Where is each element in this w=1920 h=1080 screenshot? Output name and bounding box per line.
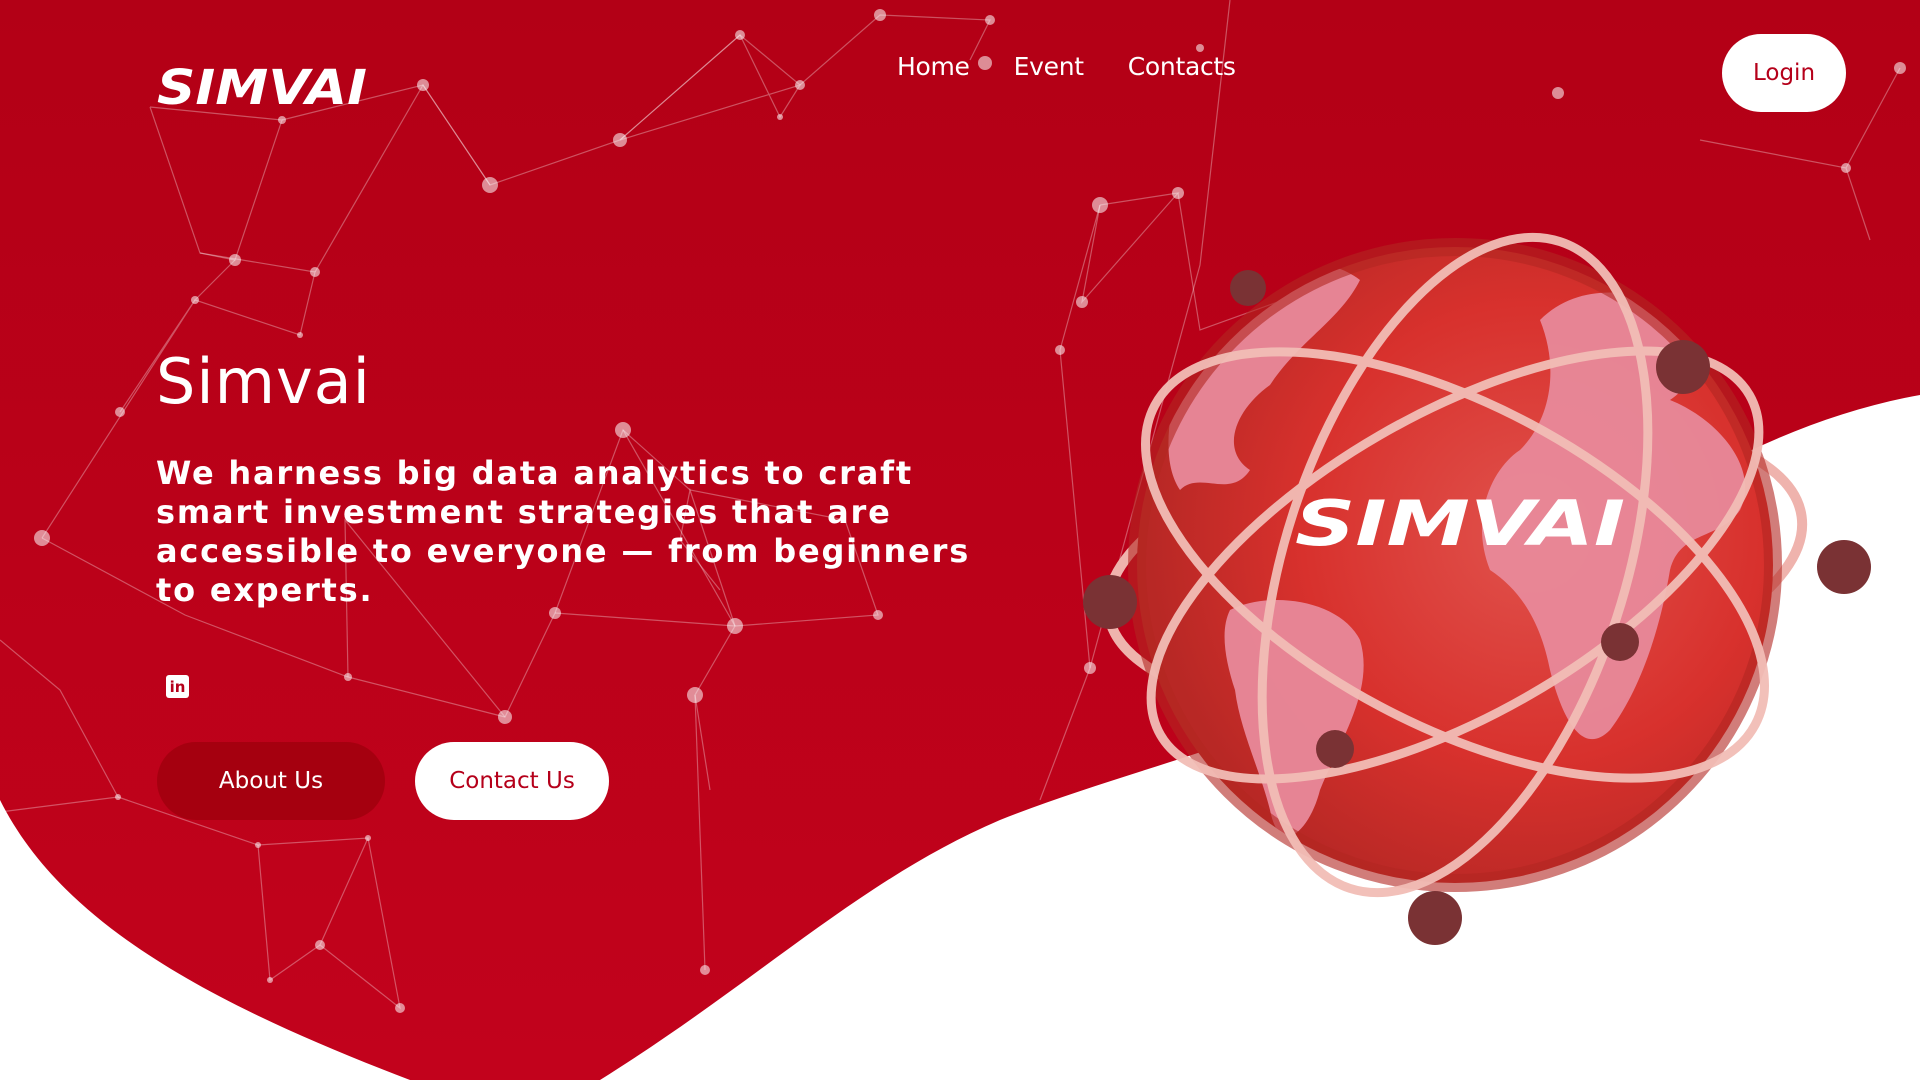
about-us-button[interactable]: About Us	[157, 742, 385, 820]
hero-description: We harness big data analytics to craft s…	[156, 454, 971, 609]
globe-logo-text: SIMVAI	[1295, 487, 1625, 560]
login-button[interactable]: Login	[1722, 34, 1846, 112]
globe-illustration: SIMVAI	[1083, 232, 1871, 945]
orbit-node	[1601, 623, 1639, 661]
linkedin-icon[interactable]: in	[166, 675, 189, 698]
orbit-node	[1083, 575, 1137, 629]
nav-contacts[interactable]: Contacts	[1128, 52, 1236, 81]
orbit-node	[1230, 270, 1266, 306]
orbit-node	[1656, 340, 1710, 394]
orbit-node	[1408, 891, 1462, 945]
main-nav: Home Event Contacts	[897, 52, 1236, 81]
brand-logo-text: SIMVAI	[157, 60, 367, 110]
brand-logo[interactable]: SIMVAI	[157, 60, 377, 110]
orbit-node	[1817, 540, 1871, 594]
linkedin-icon-glyph: in	[169, 677, 186, 696]
contact-us-button[interactable]: Contact Us	[415, 742, 609, 820]
hero-title: Simvai	[156, 345, 371, 418]
orbit-node	[1316, 730, 1354, 768]
nav-event[interactable]: Event	[1014, 52, 1084, 81]
nav-home[interactable]: Home	[897, 52, 970, 81]
